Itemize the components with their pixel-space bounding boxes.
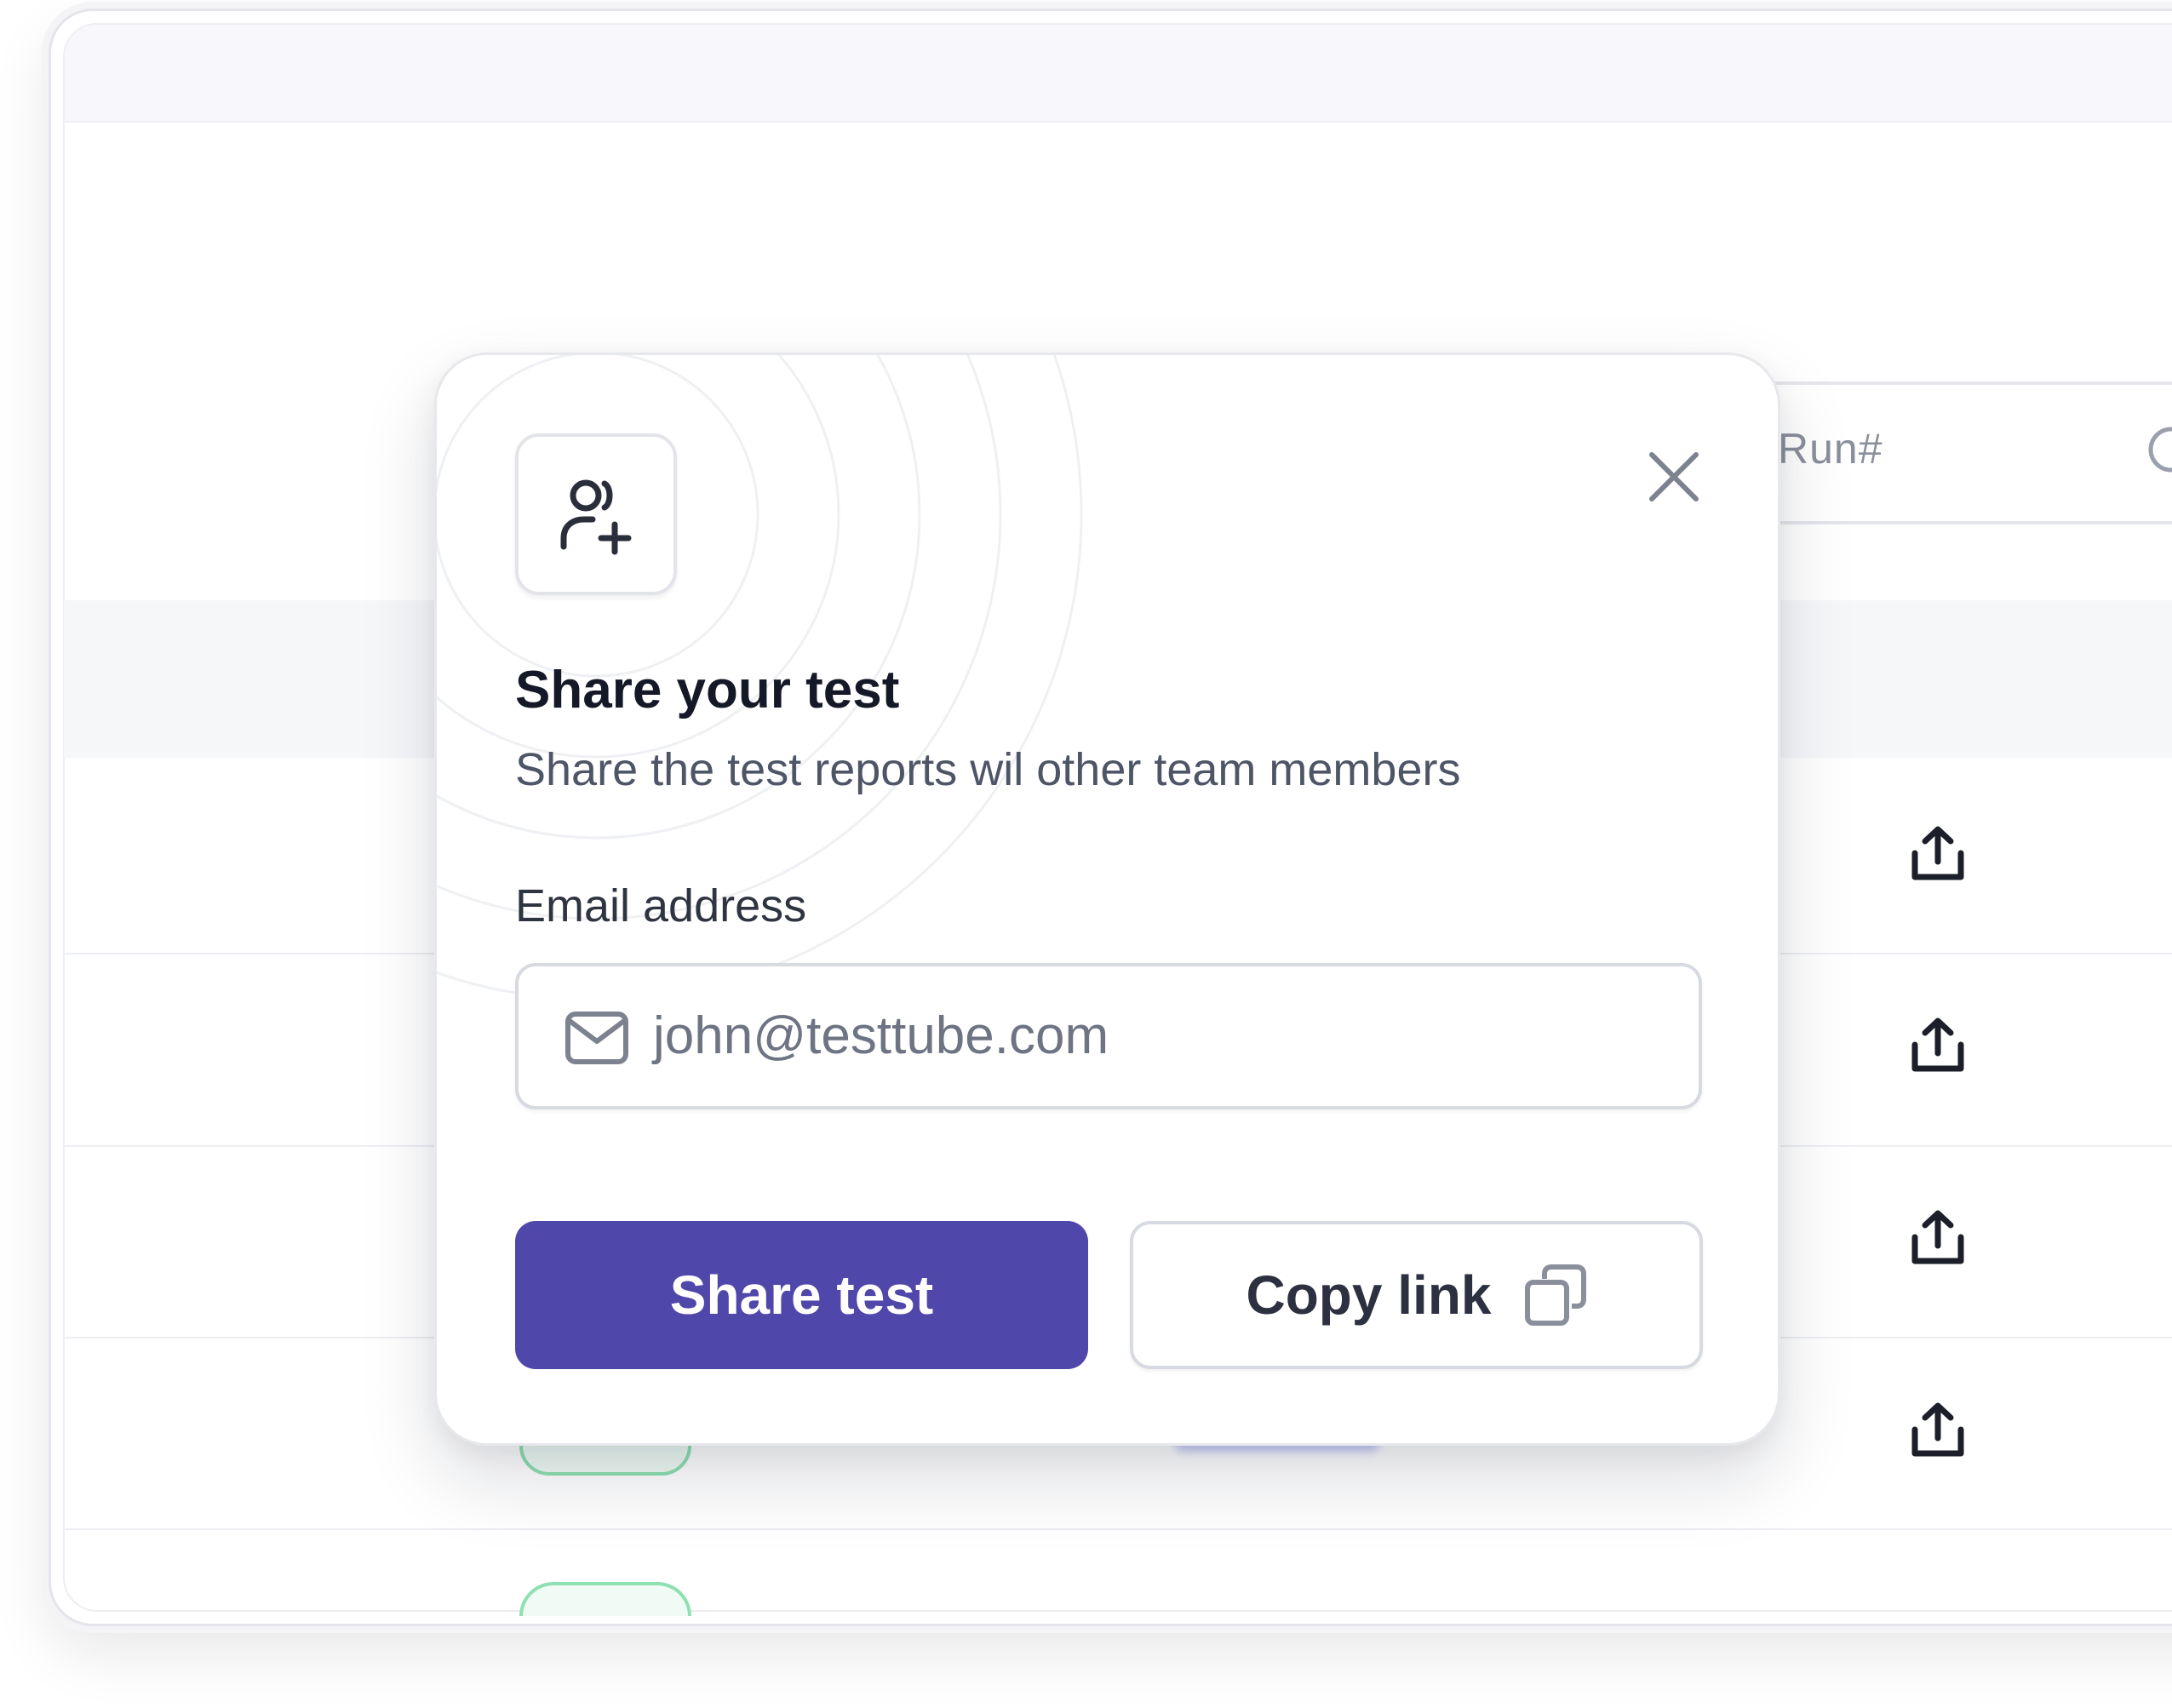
share-upload-icon[interactable] <box>1910 1208 1966 1268</box>
mail-icon <box>565 1012 628 1064</box>
share-test-button[interactable]: Share test <box>515 1221 1088 1369</box>
row-divider <box>64 1528 2172 1530</box>
copy-link-button[interactable]: Copy link <box>1130 1221 1703 1369</box>
share-upload-icon[interactable] <box>1910 1401 1966 1460</box>
share-upload-icon[interactable] <box>1910 1016 1966 1075</box>
email-label: Email address <box>515 880 807 931</box>
add-user-icon-container <box>515 433 677 595</box>
status-badge <box>519 1582 691 1616</box>
close-icon <box>1649 452 1699 502</box>
search-icon <box>2148 427 2172 473</box>
share-test-button-label: Share test <box>669 1264 934 1326</box>
search-placeholder: Run# <box>1778 425 1883 473</box>
share-upload-icon[interactable] <box>1910 824 1966 884</box>
add-user-icon <box>560 479 632 555</box>
top-bar <box>65 25 2172 123</box>
email-value: john@testtube.com <box>653 1006 1109 1065</box>
share-test-dialog: Share your test Share the test reports w… <box>434 352 1780 1446</box>
email-field[interactable]: john@testtube.com <box>515 963 1702 1109</box>
copy-icon <box>1524 1264 1586 1326</box>
dialog-subtitle: Share the test reports wil other team me… <box>515 744 1461 795</box>
copy-link-button-label: Copy link <box>1246 1264 1492 1326</box>
close-button[interactable] <box>1636 438 1712 515</box>
dialog-title: Share your test <box>515 661 900 719</box>
